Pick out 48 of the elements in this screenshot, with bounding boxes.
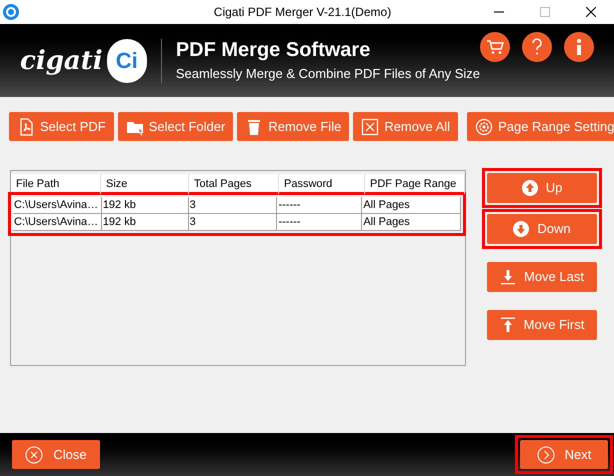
arrow-up-circle-icon	[522, 180, 538, 196]
move-button[interactable]: Move Last	[487, 262, 597, 292]
info-button[interactable]	[564, 32, 594, 62]
info-icon	[576, 38, 582, 56]
toolbar-button[interactable]: Select Folder	[118, 112, 234, 141]
window-title: Cigati PDF Merger V-21.1(Demo)	[214, 4, 392, 21]
gear-icon	[475, 118, 494, 136]
table-cell: All Pages	[362, 214, 461, 230]
move-button[interactable]: Up	[487, 173, 597, 203]
table-cell: ------	[277, 214, 362, 230]
arrow-down-to-line-icon	[500, 269, 516, 285]
table-cell: 192 kb	[102, 214, 189, 230]
toolbar-button[interactable]: Remove All	[353, 112, 458, 141]
logo-badge: Ci	[106, 38, 147, 82]
column-header: PDF Page Range	[365, 174, 465, 194]
close-box-icon	[361, 118, 380, 136]
table-cell: C:\Users\Avina…	[13, 214, 102, 230]
toolbar-button[interactable]: Page Range Setting	[467, 112, 614, 141]
table-cell: C:\Users\Avina…	[13, 197, 102, 213]
table-cell: 192 kb	[102, 197, 189, 213]
column-header: Size	[101, 174, 189, 194]
logo-text: cigati	[20, 48, 103, 74]
column-header: File Path	[11, 174, 101, 194]
move-button[interactable]: Move First	[487, 310, 597, 340]
arrow-up-from-line-icon	[500, 317, 516, 333]
app-subtitle: Seamlessly Merge & Combine PDF Files of Any Size	[176, 66, 480, 83]
arrow-down-circle-icon	[513, 221, 530, 237]
app-logo-icon	[3, 4, 19, 20]
app-title: PDF Merge Software	[176, 38, 372, 64]
cart-button[interactable]	[480, 32, 510, 62]
cart-icon	[486, 38, 504, 56]
column-header: Password	[279, 174, 365, 194]
table-cell: All Pages	[362, 197, 461, 213]
maximize-icon	[540, 7, 550, 17]
move-button[interactable]: Down	[487, 214, 597, 244]
help-button[interactable]	[522, 32, 552, 62]
question-mark-icon	[531, 38, 543, 56]
column-header: Total Pages	[189, 174, 279, 194]
toolbar-button[interactable]: Remove File	[237, 112, 350, 141]
close-circle-icon	[25, 446, 44, 464]
next-button[interactable]: Next	[520, 440, 608, 469]
table-cell: 3	[188, 214, 278, 230]
table-cell: ------	[277, 197, 362, 213]
close-button[interactable]: Close	[12, 440, 100, 469]
toolbar-button[interactable]: Select PDF	[9, 112, 114, 141]
chevron-right-circle-icon	[536, 446, 555, 464]
close-icon	[586, 7, 596, 17]
table-cell: 3	[188, 197, 278, 213]
